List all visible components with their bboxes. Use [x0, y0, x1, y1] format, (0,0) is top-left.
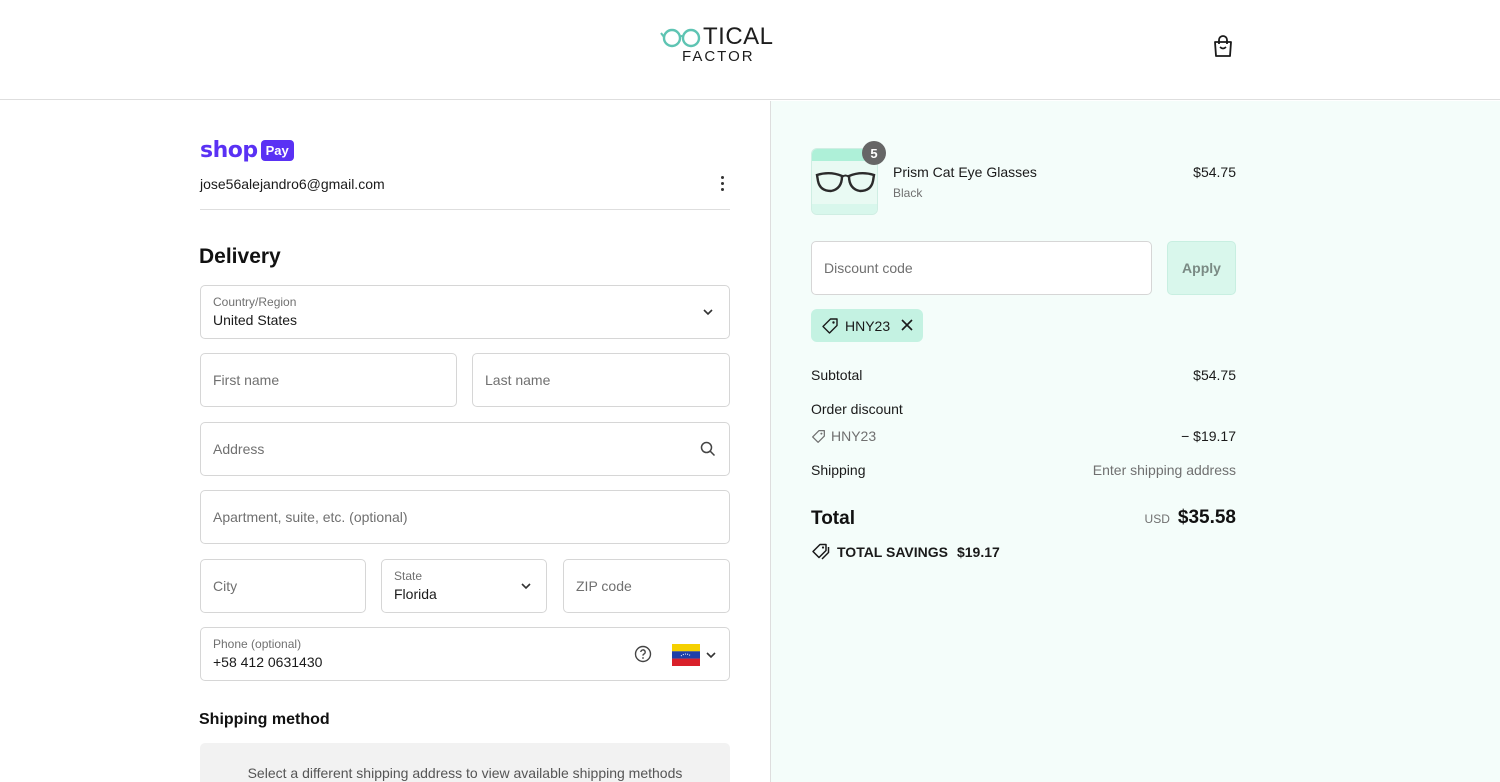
- remove-discount-icon[interactable]: [900, 318, 914, 332]
- glasses-logo-icon: [660, 28, 701, 48]
- chevron-down-icon: [703, 309, 713, 316]
- summary-discount-code-text: HNY23: [831, 428, 877, 444]
- total-amount: USD $35.58: [1145, 507, 1236, 529]
- country-label: Country/Region: [213, 295, 297, 309]
- applied-discount-chip: HNY23: [811, 309, 923, 342]
- state-label: State: [394, 569, 423, 583]
- total-currency: USD: [1144, 512, 1170, 526]
- country-value: United States: [213, 312, 298, 328]
- total-savings-value: $19.17: [956, 543, 1000, 560]
- subtotal-value: $54.75: [1193, 367, 1236, 383]
- phone-field[interactable]: Phone (optional) +58 412 0631430: [200, 627, 730, 681]
- discount-code-field[interactable]: Discount code: [811, 241, 1152, 295]
- divider: [200, 209, 730, 210]
- discount-code-placeholder: Discount code: [824, 260, 913, 276]
- more-options-icon[interactable]: [714, 172, 730, 194]
- apartment-placeholder: Apartment, suite, etc. (optional): [213, 509, 408, 525]
- phone-value: +58 412 0631430: [213, 654, 323, 670]
- total-savings: TOTAL SAVINGS $19.17: [811, 543, 1000, 560]
- account-email: jose56alejandro6@gmail.com: [200, 176, 385, 192]
- tag-icon: [812, 429, 825, 443]
- discount-value: − $19.17: [1181, 428, 1236, 444]
- address-field[interactable]: Address: [200, 422, 730, 476]
- shipping-method-notice-text: Select a different shipping address to v…: [247, 765, 683, 781]
- shop-pay-badge: Pay: [260, 139, 294, 161]
- summary-discount-code: HNY23: [811, 428, 876, 444]
- delivery-heading: Delivery: [199, 245, 281, 268]
- first-name-placeholder: First name: [213, 372, 280, 388]
- last-name-field[interactable]: Last name: [472, 353, 730, 407]
- city-field[interactable]: City: [200, 559, 366, 613]
- logo-text-factor: FACTOR: [682, 48, 755, 65]
- phone-country-select[interactable]: [672, 644, 718, 666]
- chevron-down-icon: [706, 652, 716, 659]
- apply-discount-button[interactable]: Apply: [1167, 241, 1236, 295]
- last-name-placeholder: Last name: [485, 372, 551, 388]
- product-price: $54.75: [1193, 164, 1236, 180]
- shop-pay-word: shop: [200, 137, 258, 163]
- tag-icon: [822, 317, 838, 334]
- shipping-method-notice: Select a different shipping address to v…: [200, 743, 730, 782]
- shop-pay-logo: shop Pay: [200, 137, 294, 163]
- header: TICAL FACTOR: [0, 0, 1500, 100]
- shipping-label: Shipping: [811, 462, 866, 478]
- venezuela-flag-icon: [672, 644, 700, 666]
- help-icon[interactable]: [634, 645, 652, 663]
- product-variant: Black: [893, 186, 923, 200]
- subtotal-label: Subtotal: [811, 367, 863, 383]
- first-name-field[interactable]: First name: [200, 353, 457, 407]
- shopping-bag-icon[interactable]: [1212, 34, 1234, 58]
- state-select[interactable]: State Florida: [381, 559, 547, 613]
- order-discount-label: Order discount: [811, 401, 903, 417]
- savings-tags-icon: [812, 543, 830, 560]
- order-summary-panel: [770, 101, 1500, 782]
- phone-label: Phone (optional): [213, 637, 302, 651]
- apartment-field[interactable]: Apartment, suite, etc. (optional): [200, 490, 730, 544]
- shipping-value: Enter shipping address: [1092, 462, 1236, 478]
- chevron-down-icon: [521, 583, 531, 590]
- logo-text-optical: TICAL: [703, 23, 774, 50]
- total-label: Total: [811, 508, 855, 529]
- product-name: Prism Cat Eye Glasses: [893, 164, 1037, 180]
- city-placeholder: City: [213, 578, 238, 594]
- total-value: $35.58: [1177, 507, 1236, 528]
- applied-discount-code: HNY23: [845, 317, 891, 334]
- country-select[interactable]: Country/Region United States: [200, 285, 730, 339]
- cat-eye-glasses-icon: [815, 172, 876, 193]
- address-placeholder: Address: [213, 441, 265, 457]
- total-savings-label: TOTAL SAVINGS: [837, 543, 948, 560]
- shipping-method-heading: Shipping method: [199, 711, 330, 728]
- search-icon: [700, 441, 716, 457]
- optical-factor-logo[interactable]: TICAL FACTOR: [660, 23, 774, 66]
- zip-field[interactable]: ZIP code: [563, 559, 730, 613]
- zip-placeholder: ZIP code: [576, 578, 632, 594]
- state-value: Florida: [394, 586, 437, 602]
- quantity-badge: 5: [862, 141, 886, 165]
